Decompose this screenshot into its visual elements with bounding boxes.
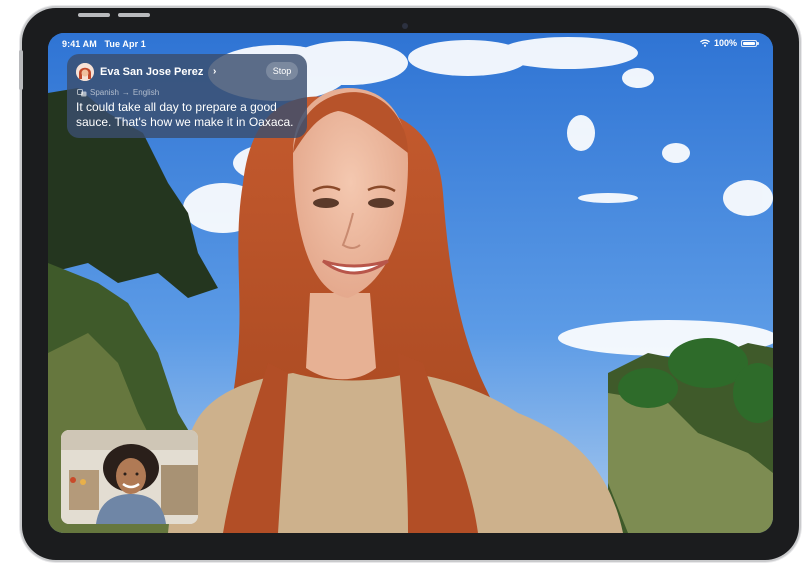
arrow-right-icon: → — [121, 88, 130, 97]
status-date: Tue Apr 1 — [104, 39, 146, 49]
translate-icon — [77, 88, 87, 96]
front-camera — [402, 23, 408, 29]
volume-up-button — [78, 13, 110, 17]
stop-button[interactable]: Stop — [266, 62, 298, 80]
top-button — [19, 50, 23, 90]
battery-icon — [741, 39, 759, 47]
translation-languages: Spanish → English — [77, 88, 159, 97]
live-translation-banner[interactable]: Eva San Jose Perez › Stop Spanish → Engl… — [67, 54, 307, 138]
memoji-avatar — [76, 63, 94, 81]
facetime-screen: 9:41 AM Tue Apr 1 100% Eva San Jose Pere… — [48, 33, 773, 533]
status-time: 9:41 AM — [62, 39, 97, 49]
chevron-right-icon[interactable]: › — [213, 66, 216, 77]
source-language: Spanish — [90, 88, 119, 97]
self-view-video — [61, 430, 198, 524]
target-language: English — [132, 88, 160, 97]
wifi-icon — [700, 39, 710, 47]
translated-caption: It could take all day to prepare a good … — [76, 100, 294, 129]
self-view-pip[interactable] — [61, 430, 198, 524]
battery-percent: 100% — [713, 38, 737, 48]
caller-name[interactable]: Eva San Jose Perez — [100, 66, 203, 78]
volume-down-button — [118, 13, 150, 17]
status-bar-left: 9:41 AM Tue Apr 1 — [62, 39, 151, 49]
status-bar-right: 100% — [700, 38, 759, 48]
